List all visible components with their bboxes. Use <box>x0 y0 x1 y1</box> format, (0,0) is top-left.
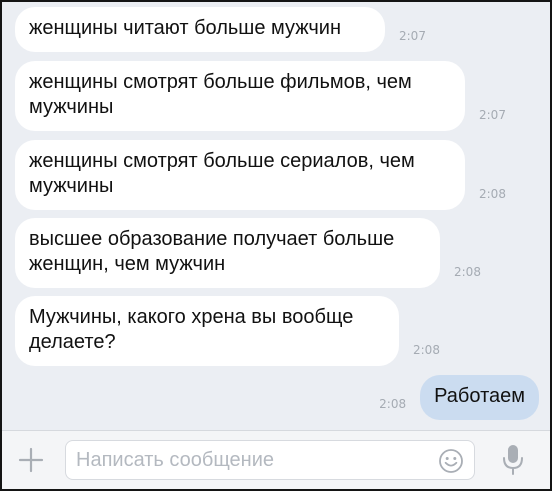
message-incoming: высшее образование получает больше женщи… <box>15 218 481 288</box>
message-list[interactable]: женщины читают больше мужчин 2:07 женщин… <box>2 2 550 430</box>
message-timestamp: 2:07 <box>479 108 506 122</box>
message-bubble[interactable]: женщины смотрят больше сериалов, чем муж… <box>15 140 465 210</box>
message-text-line: Работаем <box>434 385 525 407</box>
smiley-icon[interactable] <box>438 448 464 474</box>
message-text-line: женщины смотрят больше сериалов, чем <box>29 150 415 172</box>
message-text-line: делаете? <box>29 331 116 353</box>
message-bubble[interactable]: Работаем <box>420 375 539 420</box>
message-incoming: Мужчины, какого хрена вы вообще делаете?… <box>15 296 440 366</box>
message-composer <box>2 430 550 489</box>
microphone-icon[interactable] <box>500 443 526 477</box>
message-timestamp: 2:08 <box>413 343 440 357</box>
message-bubble[interactable]: женщины смотрят больше фильмов, чем мужч… <box>15 61 465 131</box>
message-timestamp: 2:08 <box>479 187 506 201</box>
message-text-line: мужчины <box>29 175 114 197</box>
message-timestamp: 2:08 <box>454 265 481 279</box>
message-text-line: мужчины <box>29 96 114 118</box>
message-input[interactable] <box>76 441 426 479</box>
message-bubble[interactable]: Мужчины, какого хрена вы вообще делаете? <box>15 296 399 366</box>
message-text-line: высшее образование получает больше <box>29 228 395 250</box>
message-input-box[interactable] <box>65 440 475 480</box>
message-timestamp: 2:08 <box>379 397 407 411</box>
plus-icon[interactable] <box>16 445 46 475</box>
message-text-line: Мужчины, какого хрена вы вообще <box>29 306 354 328</box>
message-incoming: женщины смотрят больше сериалов, чем муж… <box>15 140 506 210</box>
message-text-line: женщин, чем мужчин <box>29 253 226 275</box>
message-bubble[interactable]: высшее образование получает больше женщи… <box>15 218 440 288</box>
message-bubble[interactable]: женщины читают больше мужчин <box>15 7 385 52</box>
chat-screen: женщины читают больше мужчин 2:07 женщин… <box>0 0 552 491</box>
message-text-line: женщины читают больше мужчин <box>29 17 342 39</box>
message-text-line: женщины смотрят больше фильмов, чем <box>29 71 412 93</box>
message-incoming: женщины читают больше мужчин 2:07 <box>15 7 426 52</box>
message-incoming: женщины смотрят больше фильмов, чем мужч… <box>15 61 506 131</box>
message-outgoing: 2:08 Работаем <box>379 375 539 420</box>
message-timestamp: 2:07 <box>399 29 426 43</box>
